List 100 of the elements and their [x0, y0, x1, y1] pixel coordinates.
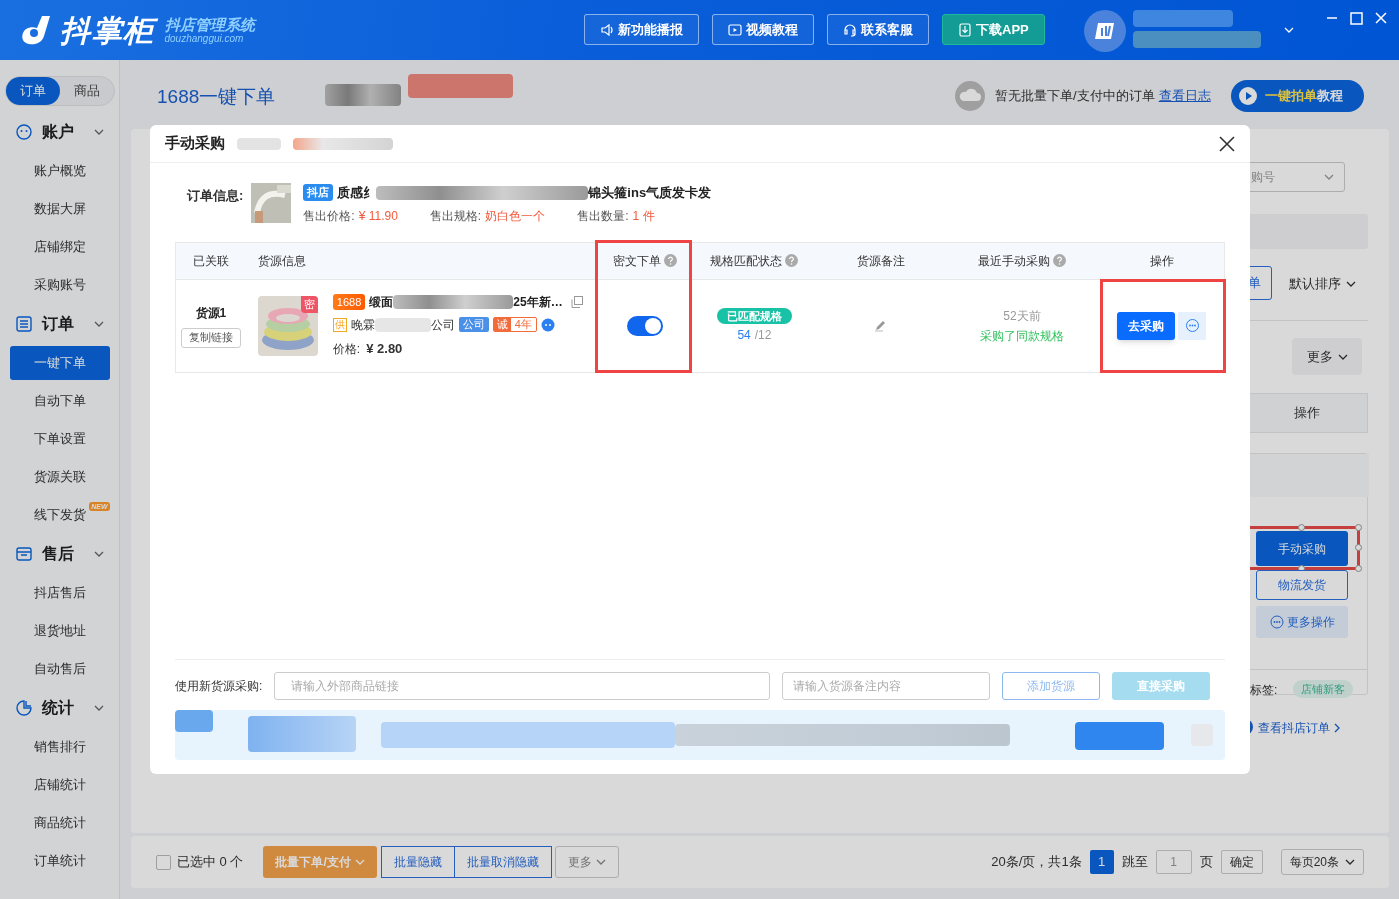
logo-tagline: 抖店管理系统: [164, 16, 255, 32]
tutorial-button[interactable]: 一键拍单教程: [1231, 80, 1364, 112]
sidebar-item[interactable]: 货源关联: [9, 460, 110, 494]
field-value: ¥ 11.90: [358, 207, 398, 225]
chevron-down-icon: [1337, 353, 1348, 360]
sidebar-item[interactable]: 一键下单: [9, 346, 110, 380]
header-button[interactable]: 新功能播报: [584, 14, 699, 45]
chevron-right-icon: [1334, 723, 1340, 733]
chevron-down-icon: [595, 859, 606, 865]
close-icon[interactable]: [1219, 135, 1235, 152]
view-orders-link[interactable]: 查看抖店订单: [1258, 719, 1340, 737]
page-title: 1688一键下单: [157, 85, 276, 109]
card-icon: [15, 546, 32, 562]
chevron-down-icon: [1284, 27, 1294, 33]
column-header: 最近手动采购: [977, 252, 1050, 270]
copy-link-button[interactable]: 复制链接: [180, 327, 241, 348]
field-value: 1 件: [632, 207, 655, 225]
dialog-title: 手动采购: [165, 133, 225, 154]
sidebar-item[interactable]: 抖店售后: [9, 576, 110, 610]
header-button[interactable]: 视频教程: [712, 14, 814, 45]
play-icon: [1239, 87, 1257, 105]
field-label: 售出价格:: [303, 207, 355, 225]
platform-tag: 抖店: [303, 184, 334, 202]
page-size-dropdown[interactable]: 每页20条: [1280, 849, 1364, 875]
sidebar-item[interactable]: 采购账号: [9, 268, 110, 302]
last-purchase-note: 采购了同款规格: [979, 327, 1064, 345]
list-icon: [15, 316, 32, 332]
section-header[interactable]: 账户: [0, 112, 120, 152]
column-header: 货源备注: [856, 252, 905, 270]
purchase-button[interactable]: 去采购: [1117, 311, 1176, 340]
section-header[interactable]: 统计: [0, 688, 120, 728]
page-button[interactable]: 1: [1089, 850, 1114, 874]
section-title: 统计: [41, 698, 75, 718]
customer-tag: 店铺新客: [1293, 680, 1353, 698]
supplier-name: 晚霖: [350, 316, 375, 334]
log-link[interactable]: 查看日志: [1158, 86, 1211, 106]
logo-domain: douzhanggui.com: [164, 33, 244, 44]
header-button[interactable]: 联系客服: [827, 14, 929, 45]
manual-purchase-button[interactable]: 手动采购: [1256, 531, 1348, 566]
sidebar-item[interactable]: 店铺统计: [9, 768, 110, 802]
face-icon: [15, 124, 32, 140]
more-icon: [1185, 319, 1199, 332]
product-title: 锦头箍ins气质发卡发: [588, 184, 712, 202]
section-title: 订单: [41, 314, 75, 334]
new-source-label: 使用新货源采购:: [175, 678, 263, 695]
chevron-down-icon: [1345, 859, 1355, 865]
source-name: 货源1: [195, 304, 227, 322]
note-field[interactable]: 请输入货源备注内容: [782, 672, 991, 700]
sidebar-item[interactable]: 账户概览: [9, 154, 110, 188]
section-title: 售后: [41, 544, 75, 564]
blurred-text: [237, 137, 281, 150]
pie-chart-icon: [15, 700, 32, 716]
logistics-button[interactable]: 物流发货: [1256, 570, 1348, 600]
help-icon: [785, 254, 799, 267]
integrity-tag: 诚 4年: [492, 317, 537, 333]
source-title: 25年新…: [513, 293, 563, 311]
field-label: 售出规格:: [429, 207, 482, 225]
confirm-button[interactable]: 确定: [1220, 850, 1263, 874]
headset-icon: [843, 22, 857, 37]
sidebar-item[interactable]: 销售排行: [9, 730, 110, 764]
batch-button[interactable]: 批量隐藏: [380, 846, 455, 878]
select-all-checkbox[interactable]: 已选中 0 个: [156, 852, 244, 872]
chevron-down-icon: [1346, 280, 1356, 287]
toggle-switch[interactable]: [626, 315, 663, 336]
copy-icon: [570, 295, 583, 308]
source-tag: 1688: [332, 293, 366, 310]
more-actions-button[interactable]: 更多操作: [1256, 606, 1348, 638]
sidebar-item[interactable]: 订单统计: [9, 844, 110, 878]
speaker-icon: [600, 22, 614, 37]
link-field[interactable]: 请输入外部商品链接: [274, 672, 771, 700]
last-purchase-time: 52天前: [1003, 307, 1041, 325]
column-header: 已关联: [192, 252, 229, 270]
match-count: 54: [737, 327, 751, 342]
more-button[interactable]: [1178, 311, 1207, 340]
sidebar-item[interactable]: 下单设置: [9, 422, 110, 456]
batch-button[interactable]: 批量取消隐藏: [453, 846, 552, 878]
batch-button[interactable]: 更多: [554, 846, 619, 878]
sidebar-item[interactable]: 自动下单: [9, 384, 110, 418]
tag-label: 标签:: [1250, 682, 1278, 699]
page-unit: 页: [1199, 853, 1213, 872]
sidebar-item[interactable]: 商品统计: [9, 806, 110, 840]
section-title: 账户: [41, 122, 75, 142]
toggle-tab[interactable]: 商品: [59, 77, 114, 105]
pencil-icon: [874, 319, 888, 332]
section-header[interactable]: 订单: [0, 304, 120, 344]
more-button[interactable]: 更多: [1292, 338, 1362, 375]
sidebar-item[interactable]: 店铺绑定: [9, 230, 110, 264]
sidebar-item[interactable]: 退货地址: [9, 614, 110, 648]
sidebar-item[interactable]: 自动售后: [9, 652, 110, 686]
price-value: ¥ 2.80: [366, 339, 403, 358]
chat-icon: [541, 317, 555, 332]
sidebar-item[interactable]: 数据大屏: [9, 192, 110, 226]
supplier-mark: 供: [332, 317, 347, 332]
column-header: 规格匹配状态: [710, 252, 783, 270]
status-badge: 已匹配规格: [716, 307, 792, 324]
section-header[interactable]: 售后: [0, 534, 120, 574]
sort-dropdown[interactable]: 默认排序: [1289, 274, 1356, 294]
close-icon: [1375, 12, 1387, 24]
toggle-tab[interactable]: 订单: [5, 77, 60, 105]
order-info-label: 订单信息:: [187, 187, 244, 205]
